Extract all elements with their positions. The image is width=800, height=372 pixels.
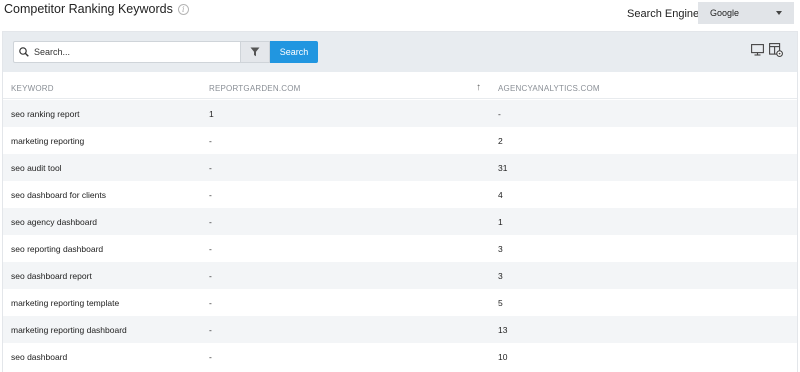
info-icon[interactable]: i — [177, 3, 189, 15]
keyword-cell: marketing reporting template — [11, 298, 120, 308]
table-row: seo reporting dashboard - 3 — [3, 235, 797, 262]
keyword-cell: marketing reporting dashboard — [11, 325, 127, 335]
table-row: marketing reporting dashboard - 13 — [3, 316, 797, 343]
sort-arrow-up-icon[interactable]: ↑ — [476, 82, 481, 93]
keyword-cell: seo agency dashboard — [11, 217, 98, 227]
agencyanalytics-rank-cell: 10 — [498, 352, 508, 362]
keyword-cell: seo reporting dashboard — [11, 244, 104, 254]
column-header-keyword[interactable]: KEYWORD — [11, 84, 54, 93]
search-input[interactable] — [34, 47, 234, 57]
search-engine-value: Google — [710, 8, 740, 18]
table-row: seo dashboard - 10 — [3, 343, 797, 370]
keyword-cell: seo audit tool — [11, 163, 62, 173]
monitor-icon[interactable] — [751, 44, 764, 56]
keyword-cell: seo dashboard for clients — [11, 190, 106, 200]
keyword-cell: seo dashboard report — [11, 271, 92, 281]
filter-button[interactable] — [240, 41, 270, 63]
agencyanalytics-rank-cell: 3 — [498, 244, 503, 254]
column-settings-icon[interactable] — [769, 43, 783, 57]
search-icon — [19, 47, 29, 57]
reportgarden-rank-cell: - — [209, 190, 212, 200]
agencyanalytics-rank-cell: 1 — [498, 217, 503, 227]
reportgarden-rank-cell: - — [209, 136, 212, 146]
search-engine-label: Search Engine — [627, 8, 700, 20]
table-row: seo dashboard report - 3 — [3, 262, 797, 289]
reportgarden-rank-cell: - — [209, 352, 212, 362]
agencyanalytics-rank-cell: 2 — [498, 136, 503, 146]
agencyanalytics-rank-cell: 4 — [498, 190, 503, 200]
reportgarden-rank-cell: - — [209, 298, 212, 308]
agencyanalytics-rank-cell: 13 — [498, 325, 508, 335]
agencyanalytics-rank-cell: 5 — [498, 298, 503, 308]
page-title: Competitor Ranking Keywords i — [4, 2, 189, 16]
chevron-down-icon — [776, 11, 782, 15]
toolbar: Search — [3, 32, 797, 72]
search-button[interactable]: Search — [270, 41, 318, 63]
table-row: marketing reporting - 2 — [3, 127, 797, 154]
agencyanalytics-rank-cell: 31 — [498, 163, 508, 173]
reportgarden-rank-cell: - — [209, 163, 212, 173]
page-title-text: Competitor Ranking Keywords — [4, 2, 173, 16]
reportgarden-rank-cell: - — [209, 244, 212, 254]
keyword-cell: seo ranking report — [11, 109, 80, 119]
table-row: seo dashboard for clients - 4 — [3, 181, 797, 208]
table-row: seo agency dashboard - 1 — [3, 208, 797, 235]
agencyanalytics-rank-cell: - — [498, 109, 501, 119]
reportgarden-rank-cell: 1 — [209, 109, 214, 119]
table-body: seo ranking report 1 - marketing reporti… — [3, 100, 797, 370]
reportgarden-rank-cell: - — [209, 325, 212, 335]
reportgarden-rank-cell: - — [209, 271, 212, 281]
table-row: marketing reporting template - 5 — [3, 289, 797, 316]
filter-icon — [250, 47, 260, 57]
table-row: seo ranking report 1 - — [3, 100, 797, 127]
column-header-reportgarden[interactable]: REPORTGARDEN.COM — [209, 84, 301, 93]
search-box[interactable] — [13, 41, 241, 63]
keyword-cell: seo dashboard — [11, 352, 68, 362]
keywords-panel: Search KEYWORD REPORTGARDEN.COM ↑ AGENCY… — [2, 31, 798, 372]
column-header-agencyanalytics[interactable]: AGENCYANALYTICS.COM — [498, 84, 600, 93]
agencyanalytics-rank-cell: 3 — [498, 271, 503, 281]
reportgarden-rank-cell: - — [209, 217, 212, 227]
table-header: KEYWORD REPORTGARDEN.COM ↑ AGENCYANALYTI… — [3, 72, 797, 99]
keyword-cell: marketing reporting — [11, 136, 85, 146]
table-row: seo audit tool - 31 — [3, 154, 797, 181]
search-engine-select[interactable]: Google — [698, 2, 794, 24]
